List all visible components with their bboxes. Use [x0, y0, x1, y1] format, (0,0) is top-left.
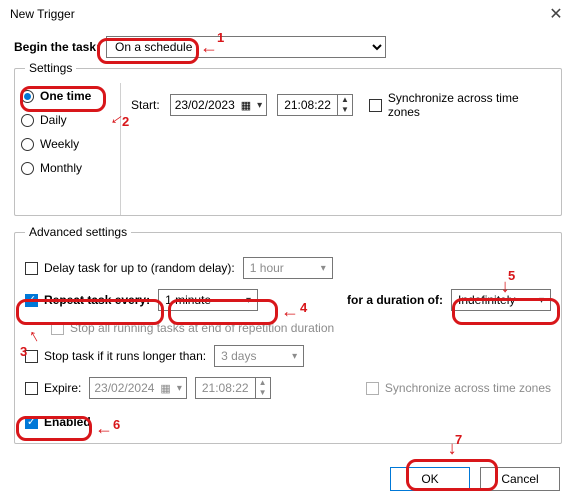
radio-monthly[interactable]: Monthly: [21, 161, 114, 175]
close-icon[interactable]: ✕: [546, 4, 566, 24]
begin-task-label: Begin the task:: [14, 40, 100, 54]
settings-fieldset: Settings One time Daily Weekly Monthly S…: [14, 68, 562, 216]
start-label: Start:: [131, 98, 160, 112]
radio-daily[interactable]: Daily: [21, 113, 114, 127]
annotation-number-7: 7: [455, 432, 462, 447]
window-title: New Trigger: [10, 7, 75, 21]
expire-sync-checkbox: Synchronize across time zones: [366, 381, 551, 395]
stop-longer-checkbox[interactable]: Stop task if it runs longer than:: [25, 349, 206, 363]
repeat-checkbox[interactable]: ✓ Repeat task every:: [25, 293, 150, 307]
annotation-number-5: 5: [508, 268, 515, 283]
calendar-icon: ▦: [241, 99, 251, 112]
start-date-picker[interactable]: 23/02/2023 ▦ ▾: [170, 94, 268, 116]
annotation-arrow-1: ←: [200, 38, 218, 56]
checkbox-icon: ✓: [25, 416, 38, 429]
checkbox-icon: [366, 382, 379, 395]
enabled-checkbox[interactable]: ✓ Enabled: [25, 415, 91, 429]
stop-longer-select[interactable]: 3 days ▾: [214, 345, 304, 367]
spin-up-icon[interactable]: ▲: [256, 378, 270, 388]
expire-checkbox[interactable]: Expire:: [25, 381, 81, 395]
ok-button[interactable]: OK: [390, 467, 470, 491]
spin-down-icon[interactable]: ▼: [256, 388, 270, 398]
repeat-interval-select[interactable]: 1 minute ▾: [158, 289, 258, 311]
chevron-down-icon: ▾: [246, 295, 251, 306]
annotation-number-3: 3: [20, 344, 27, 359]
cancel-button[interactable]: Cancel: [480, 467, 560, 491]
checkbox-icon: [25, 262, 38, 275]
stop-repetition-checkbox: Stop all running tasks at end of repetit…: [51, 321, 334, 335]
expire-date-picker[interactable]: 23/02/2024 ▦ ▾: [89, 377, 187, 399]
settings-legend: Settings: [25, 61, 76, 75]
annotation-number-1: 1: [217, 30, 224, 45]
chevron-down-icon: ▾: [321, 263, 326, 274]
radio-weekly[interactable]: Weekly: [21, 137, 114, 151]
duration-label: for a duration of:: [347, 293, 443, 307]
advanced-legend: Advanced settings: [25, 225, 131, 239]
annotation-arrow-6: ←: [95, 419, 113, 437]
radio-icon: [21, 90, 34, 103]
delay-checkbox[interactable]: Delay task for up to (random delay):: [25, 261, 235, 275]
annotation-arrow-4: ←: [281, 302, 299, 320]
chevron-down-icon: ▾: [177, 383, 182, 394]
radio-one-time[interactable]: One time: [21, 89, 114, 103]
annotation-number-6: 6: [113, 417, 120, 432]
expire-time-spinner[interactable]: 21:08:22 ▲ ▼: [195, 377, 271, 399]
start-time-spinner[interactable]: 21:08:22 ▲ ▼: [277, 94, 353, 116]
titlebar: New Trigger ✕: [0, 0, 576, 28]
checkbox-icon: ✓: [25, 294, 38, 307]
checkbox-icon: [51, 322, 64, 335]
advanced-fieldset: Advanced settings Delay task for up to (…: [14, 232, 562, 444]
annotation-number-2: 2: [122, 114, 129, 129]
checkbox-icon: [369, 99, 382, 112]
checkbox-icon: [25, 382, 38, 395]
radio-icon: [21, 138, 34, 151]
annotation-number-4: 4: [300, 300, 307, 315]
radio-icon: [21, 162, 34, 175]
chevron-down-icon: ▾: [257, 100, 262, 111]
sync-timezones-checkbox[interactable]: Synchronize across time zones: [369, 91, 551, 119]
begin-task-select[interactable]: On a schedule: [106, 36, 386, 58]
spin-down-icon[interactable]: ▼: [338, 105, 352, 115]
calendar-icon: ▦: [160, 382, 170, 395]
chevron-down-icon: ▾: [292, 351, 297, 362]
spin-up-icon[interactable]: ▲: [338, 95, 352, 105]
delay-value-select[interactable]: 1 hour ▾: [243, 257, 333, 279]
radio-icon: [21, 114, 34, 127]
chevron-down-icon: ▾: [539, 295, 544, 306]
